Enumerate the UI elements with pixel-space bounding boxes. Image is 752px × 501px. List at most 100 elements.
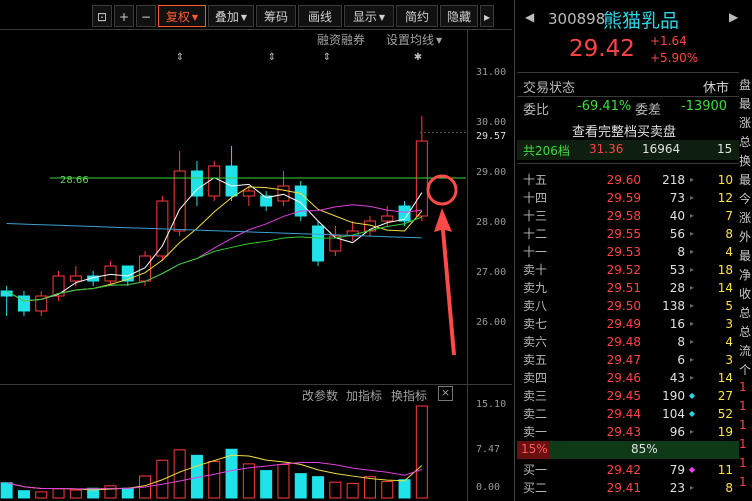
event-marker-icon: ✱ (414, 52, 422, 63)
order-book-row[interactable]: 买一 29.42 79 ◆ 11 (517, 461, 737, 479)
volume-bar (294, 473, 307, 499)
lock-icon[interactable]: ⊡ (92, 5, 112, 27)
zoom-in-button[interactable]: + (114, 5, 134, 27)
annotation-value: 28.66 (60, 175, 89, 186)
draw-line-button[interactable]: 画线 (298, 5, 342, 27)
order-book-row[interactable]: 卖三 29.45 190 ◆ 27 (517, 387, 737, 405)
level-label: 卖一 (523, 425, 548, 439)
level-count: 4 (725, 335, 733, 349)
level-label: 卖六 (523, 335, 548, 349)
level-count: 7 (725, 209, 733, 223)
order-book-row[interactable]: 十一 29.53 8 ▸ 4 (517, 243, 737, 261)
volume-tick: 7.47 (476, 444, 501, 455)
order-book-row[interactable]: 卖七 29.49 16 ▸ 3 (517, 315, 737, 333)
candle-body (190, 170, 203, 197)
level-label: 卖十 (523, 263, 548, 277)
level-volume: 218 (662, 173, 685, 187)
level-label: 卖二 (523, 407, 548, 421)
volume-tick: 0.00 (476, 482, 501, 493)
order-book-row[interactable]: 买二 29.41 23 ▸ 8 (517, 479, 737, 497)
candle-body (225, 165, 238, 197)
order-book-row[interactable]: 十四 29.59 73 ▸ 12 (517, 189, 737, 207)
total-levels-vol: 16964 (642, 142, 681, 156)
order-book-row[interactable]: 卖六 29.48 8 ▸ 4 (517, 333, 737, 351)
level-label: 卖八 (523, 299, 548, 313)
level-marker-icon: ◆ (688, 409, 696, 418)
event-marker-icon: ⇕ (323, 52, 331, 63)
weicha-label: 委差 (635, 103, 662, 118)
order-book-row[interactable]: 卖八 29.50 138 ▸ 5 (517, 297, 737, 315)
ratio-buy: 15% (521, 442, 548, 456)
candle-body (381, 215, 394, 222)
level-price: 29.52 (606, 263, 641, 277)
level-label: 卖九 (523, 281, 548, 295)
level-label: 卖五 (523, 353, 548, 367)
volume-bar (69, 489, 82, 499)
level-marker-icon: ▸ (689, 483, 694, 492)
order-book-row[interactable]: 十五 29.60 218 ▸ 10 (517, 171, 737, 189)
level-volume: 56 (669, 227, 685, 241)
weibi-value: -69.41% (577, 99, 632, 114)
order-book-row[interactable]: 卖二 29.44 104 ◆ 52 (517, 405, 737, 423)
more-arrow-icon[interactable]: ▸ (480, 5, 494, 27)
full-book-button[interactable]: 查看完整档买卖盘 (572, 121, 676, 140)
order-book-row[interactable]: 卖一 29.43 96 ▸ 19 (517, 423, 737, 441)
volume-bar (415, 405, 428, 499)
level-volume: 8 (677, 245, 685, 259)
moving-average-line (6, 216, 423, 302)
clipped-label: 今 (739, 192, 752, 206)
moving-average-line (6, 204, 422, 302)
level-marker-icon: ▸ (689, 427, 694, 436)
order-book-row[interactable]: 十二 29.55 56 ▸ 8 (517, 225, 737, 243)
overlay-button[interactable]: 叠加 ▼ (208, 5, 254, 27)
zoom-out-button[interactable]: − (136, 5, 156, 27)
chart-top-divider (0, 29, 512, 30)
level-marker-icon: ◆ (688, 391, 696, 400)
clipped-label: 涨 (739, 211, 752, 225)
level-price: 29.42 (606, 463, 641, 477)
level-label: 卖三 (523, 389, 548, 403)
level-price: 29.41 (606, 481, 641, 495)
chips-button[interactable]: 筹码 (256, 5, 296, 27)
level-label: 卖七 (523, 317, 548, 331)
level-price: 29.49 (606, 317, 641, 331)
level-volume: 190 (662, 389, 685, 403)
volume-bar (156, 459, 169, 499)
order-book-row[interactable]: 卖四 29.46 43 ▸ 14 (517, 369, 737, 387)
level-price: 29.58 (606, 209, 641, 223)
level-price: 29.46 (606, 371, 641, 385)
level-label: 十一 (523, 245, 548, 259)
level-volume: 40 (669, 209, 685, 223)
level-volume: 138 (662, 299, 685, 313)
volume-bar (312, 476, 325, 499)
order-book-row[interactable]: 卖五 29.47 6 ▸ 3 (517, 351, 737, 369)
display-button[interactable]: 显示 ▼ (344, 5, 394, 27)
clipped-label: 盘 (739, 78, 752, 92)
prev-stock-icon[interactable]: ◀ (525, 10, 534, 24)
order-book-row[interactable]: 卖九 29.51 28 ▸ 14 (517, 279, 737, 297)
simple-button[interactable]: 简约 (396, 5, 438, 27)
level-price: 29.59 (606, 191, 641, 205)
hide-button[interactable]: 隐藏 (440, 5, 478, 27)
adjust-button[interactable]: 复权 ▼ (158, 5, 206, 27)
level-price: 29.43 (606, 425, 641, 439)
level-label: 十二 (523, 227, 548, 241)
level-marker-icon: ▸ (689, 193, 694, 202)
level-label: 十三 (523, 209, 548, 223)
level-count: 18 (717, 263, 733, 277)
level-marker-icon: ▸ (689, 229, 694, 238)
price-tick: 28.00 (476, 217, 507, 228)
next-stock-icon[interactable]: ▶ (729, 10, 738, 24)
clipped-label: 总 (739, 135, 752, 149)
order-book-row[interactable]: 十三 29.58 40 ▸ 7 (517, 207, 737, 225)
order-book-row[interactable]: 卖十 29.52 53 ▸ 18 (517, 261, 737, 279)
volume-bar (363, 476, 376, 499)
level-price: 29.50 (606, 299, 641, 313)
candle-body (121, 265, 134, 282)
level-marker-icon: ▸ (689, 355, 694, 364)
level-volume: 6 (677, 353, 685, 367)
price-change-pct: +5.90% (650, 51, 699, 65)
clipped-label: 1 (739, 418, 747, 432)
candlestick-chart[interactable]: ⇕ ⇕ ⇕ ✱ (0, 46, 466, 501)
clipped-label: 1 (739, 456, 747, 470)
